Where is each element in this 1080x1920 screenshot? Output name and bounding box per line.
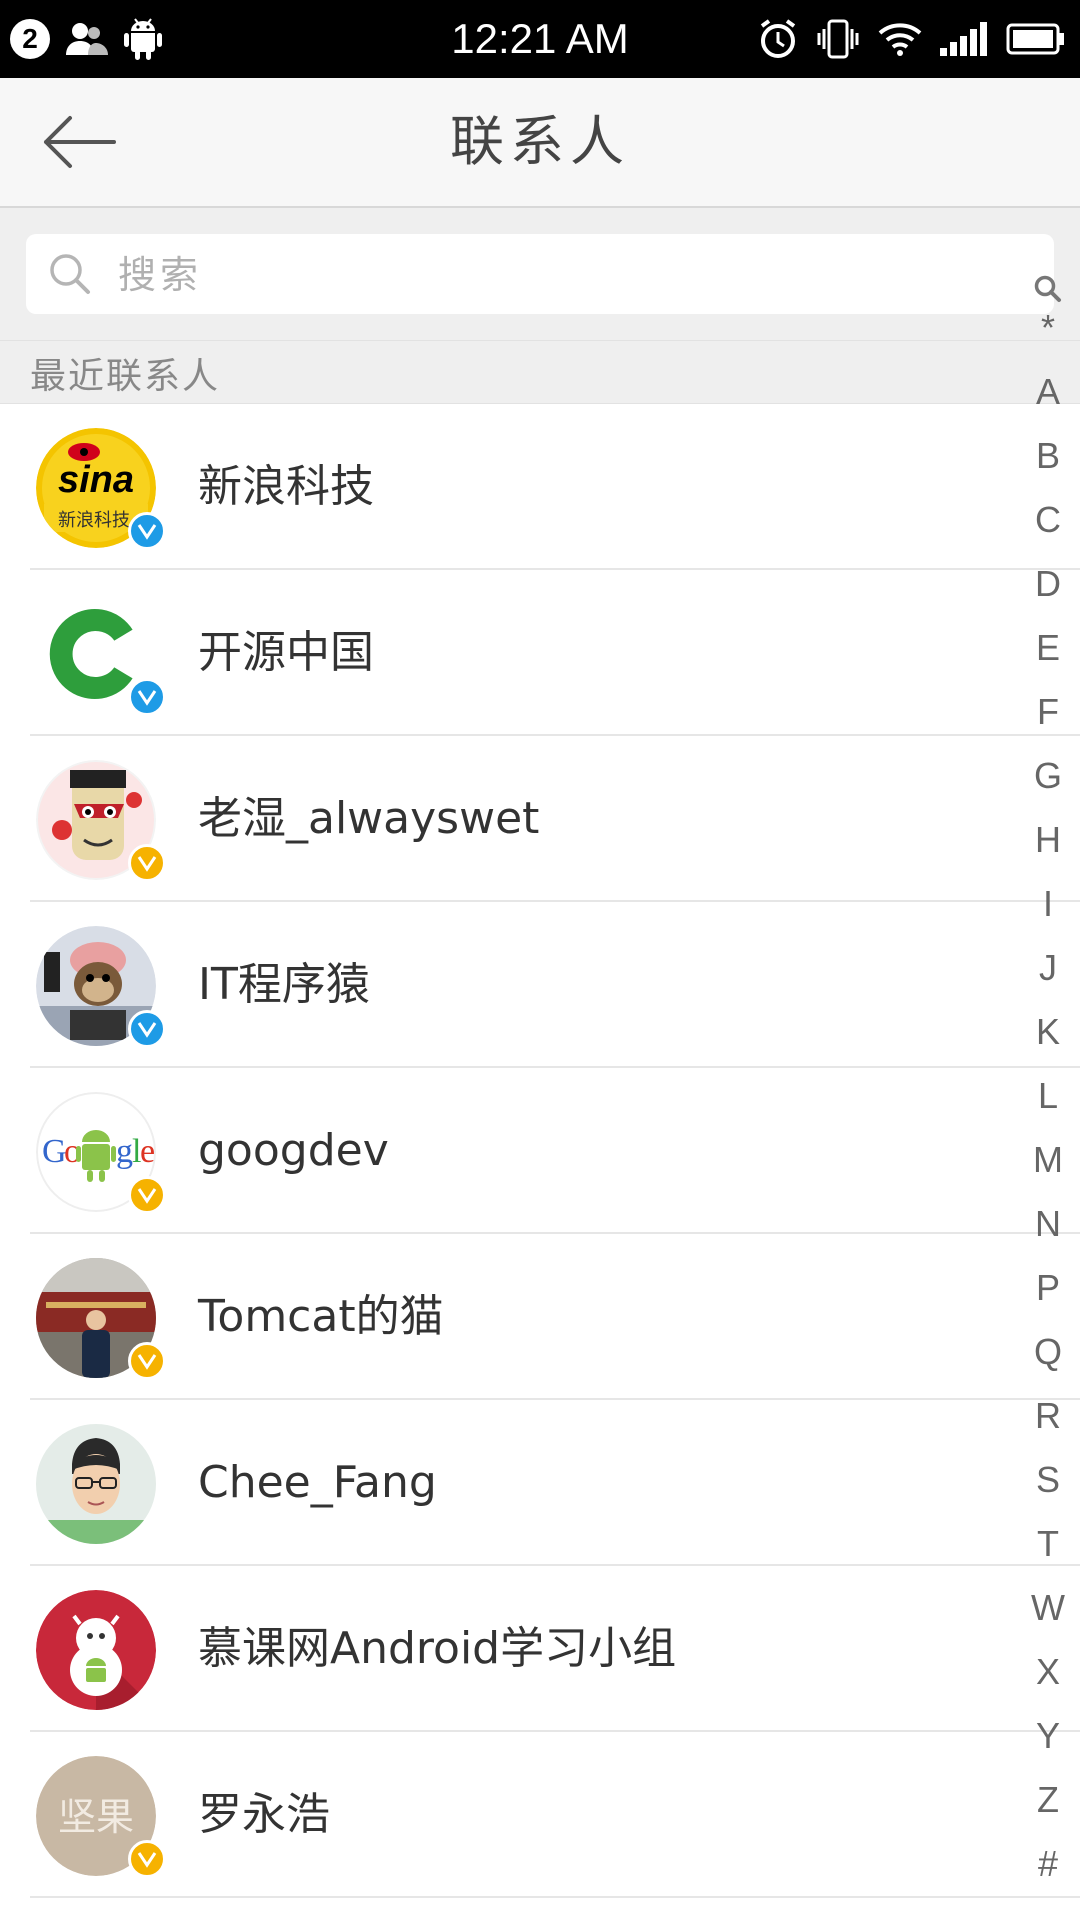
svg-text:g: g	[116, 1133, 133, 1170]
battery-icon	[1006, 23, 1066, 55]
recent-contacts-header: 最近联系人	[0, 340, 1080, 404]
index-letter[interactable]: K	[1016, 1012, 1080, 1052]
verified-badge-yellow	[128, 1840, 166, 1878]
index-letter[interactable]: W	[1016, 1588, 1080, 1628]
index-letter[interactable]: #	[1016, 1844, 1080, 1884]
index-letter[interactable]: M	[1016, 1140, 1080, 1180]
contact-name: googdev	[198, 1125, 389, 1176]
contact-item-alwayswet[interactable]: 老湿_alwayswet	[0, 736, 1080, 902]
index-letter[interactable]: Z	[1016, 1780, 1080, 1820]
contact-item-imooc-android[interactable]: 慕课网Android学习小组	[0, 1566, 1080, 1732]
index-letter[interactable]: T	[1016, 1524, 1080, 1564]
index-letter[interactable]: X	[1016, 1652, 1080, 1692]
alphabet-index-bar[interactable]: * A B C D E F G H I J K L M N P Q R S T W X Y Z #	[1016, 266, 1080, 1886]
avatar-text: 坚果	[58, 1795, 134, 1839]
wifi-icon	[878, 21, 922, 57]
search-input[interactable]	[116, 234, 1020, 316]
index-letter[interactable]: H	[1016, 820, 1080, 860]
action-bar: 联系人	[0, 78, 1080, 208]
contact-name: 新浪科技	[198, 461, 374, 512]
verified-badge-blue	[128, 678, 166, 716]
index-letter[interactable]: Y	[1016, 1716, 1080, 1756]
search-box[interactable]	[26, 234, 1054, 316]
contact-item-googdev[interactable]: G o g l e googdev	[0, 1068, 1080, 1234]
contact-name: 慕课网Android学习小组	[198, 1623, 677, 1674]
index-letter[interactable]: F	[1016, 692, 1080, 732]
svg-text:G: G	[42, 1133, 67, 1170]
contact-list: sina 新浪科技 新浪科技 开源中国 老湿_alwayswet IT程序猿 G…	[0, 404, 1080, 1898]
alarm-icon	[758, 18, 798, 60]
avatar-imooc	[36, 1590, 156, 1710]
index-letter[interactable]: *	[1016, 308, 1080, 348]
verified-badge-yellow	[128, 1176, 166, 1214]
contact-name: Tomcat的猫	[198, 1291, 444, 1342]
verified-badge-blue	[128, 512, 166, 550]
contact-item-sina-tech[interactable]: sina 新浪科技 新浪科技	[0, 404, 1080, 570]
index-letter[interactable]: G	[1016, 756, 1080, 796]
recent-contacts-label: 最近联系人	[30, 356, 221, 397]
index-letter[interactable]: J	[1016, 948, 1080, 988]
index-letter[interactable]: I	[1016, 884, 1080, 924]
contact-item-oschina[interactable]: 开源中国	[0, 570, 1080, 736]
index-letter[interactable]: P	[1016, 1268, 1080, 1308]
contact-item-luo-yonghao[interactable]: 坚果 罗永浩	[0, 1732, 1080, 1898]
index-letter[interactable]: L	[1016, 1076, 1080, 1116]
verified-badge-yellow	[128, 1342, 166, 1380]
index-letter[interactable]: S	[1016, 1460, 1080, 1500]
index-search-icon[interactable]	[1016, 272, 1080, 312]
svg-text:新浪科技: 新浪科技	[58, 510, 130, 531]
page-title: 联系人	[450, 110, 630, 173]
contact-name: Chee_Fang	[198, 1457, 437, 1508]
index-letter[interactable]: Q	[1016, 1332, 1080, 1372]
index-letter[interactable]: A	[1016, 372, 1080, 412]
index-letter[interactable]: N	[1016, 1204, 1080, 1244]
contact-name: 罗永浩	[198, 1789, 330, 1840]
search-area	[0, 208, 1080, 340]
contact-name: 开源中国	[198, 627, 374, 678]
verified-badge-yellow	[128, 844, 166, 882]
index-letter[interactable]: B	[1016, 436, 1080, 476]
status-bar: 2 12:21 AM	[0, 0, 1080, 78]
contact-item-chee-fang[interactable]: Chee_Fang	[0, 1400, 1080, 1566]
contact-item-it-monkey[interactable]: IT程序猿	[0, 902, 1080, 1068]
svg-text:e: e	[140, 1133, 155, 1170]
index-letter[interactable]: D	[1016, 564, 1080, 604]
index-letter[interactable]: R	[1016, 1396, 1080, 1436]
verified-badge-blue	[128, 1010, 166, 1048]
svg-text:sina: sina	[58, 459, 134, 501]
divider	[30, 1896, 1080, 1898]
signal-icon	[940, 22, 988, 56]
vibrate-icon	[816, 17, 860, 61]
index-letter[interactable]: C	[1016, 500, 1080, 540]
contact-name: IT程序猿	[198, 959, 370, 1010]
status-right-icons	[758, 14, 1066, 64]
avatar-person	[36, 1424, 156, 1544]
index-letter[interactable]: E	[1016, 628, 1080, 668]
search-icon	[48, 252, 92, 300]
contact-item-tomcat[interactable]: Tomcat的猫	[0, 1234, 1080, 1400]
contact-name: 老湿_alwayswet	[198, 793, 540, 844]
